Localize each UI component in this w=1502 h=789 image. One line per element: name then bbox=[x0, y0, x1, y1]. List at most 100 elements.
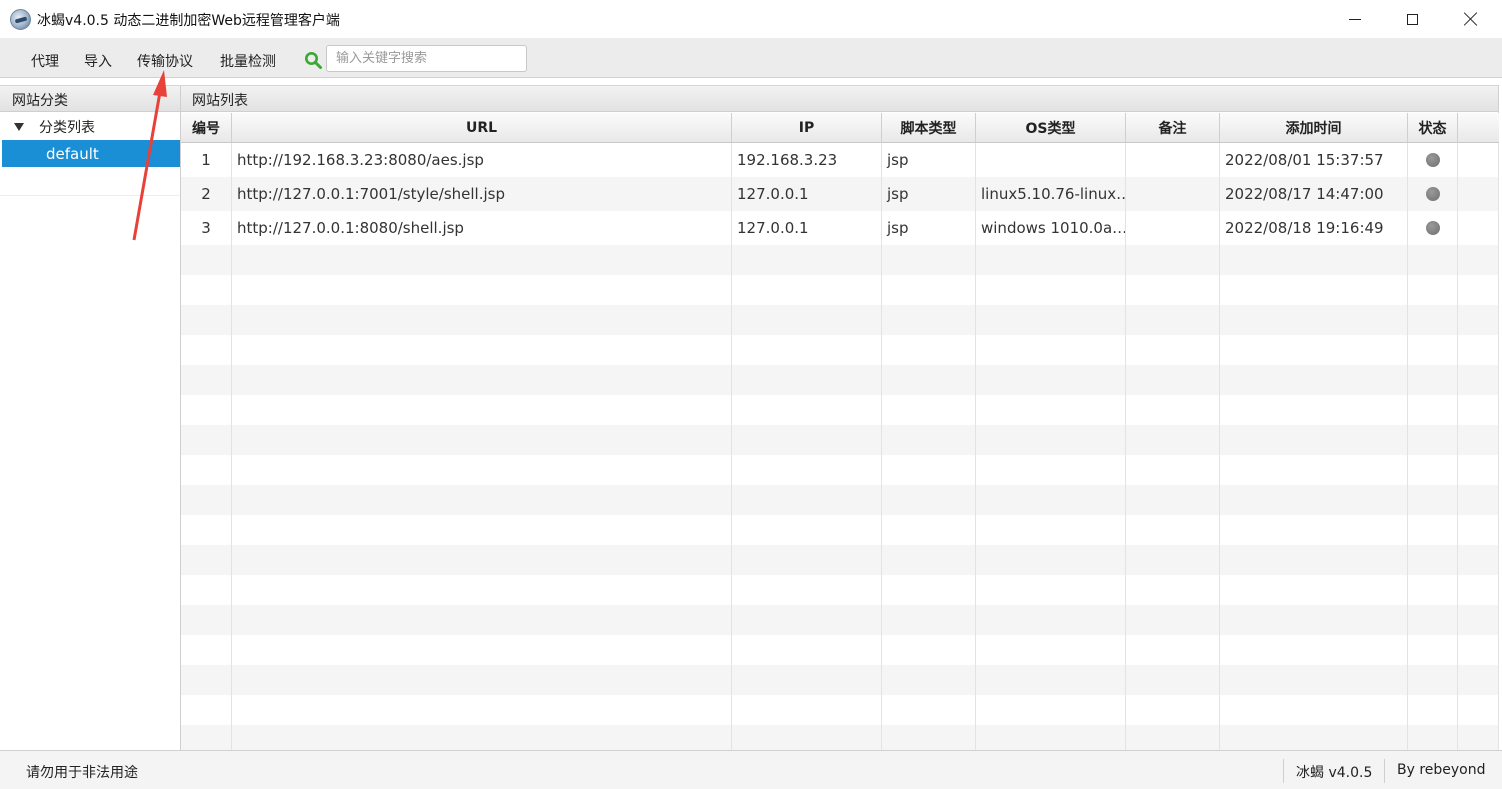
empty-cell bbox=[976, 635, 1126, 665]
column-header-added-time[interactable]: 添加时间 bbox=[1220, 113, 1408, 143]
empty-cell bbox=[181, 605, 232, 635]
empty-cell bbox=[232, 635, 732, 665]
table-body: 1 http://192.168.3.23:8080/aes.jsp 192.168… bbox=[181, 143, 1499, 751]
empty-cell bbox=[1408, 275, 1458, 305]
close-button[interactable] bbox=[1443, 0, 1499, 38]
search-icon[interactable] bbox=[304, 51, 322, 69]
empty-cell bbox=[732, 245, 882, 275]
column-header-id[interactable]: 编号 bbox=[181, 113, 232, 143]
empty-cell bbox=[1408, 425, 1458, 455]
empty-cell bbox=[1408, 485, 1458, 515]
empty-table-row bbox=[181, 545, 1499, 575]
empty-table-row bbox=[181, 245, 1499, 275]
menu-proxy[interactable]: 代理 bbox=[31, 51, 59, 71]
empty-cell bbox=[1220, 545, 1408, 575]
cell-note bbox=[1126, 177, 1220, 211]
empty-cell bbox=[1220, 425, 1408, 455]
close-icon bbox=[1464, 12, 1478, 26]
empty-cell bbox=[1458, 485, 1499, 515]
empty-cell bbox=[976, 695, 1126, 725]
empty-table-row bbox=[181, 695, 1499, 725]
empty-cell bbox=[232, 245, 732, 275]
search-input[interactable] bbox=[326, 45, 527, 72]
minimize-button[interactable] bbox=[1327, 0, 1383, 38]
empty-cell bbox=[1126, 275, 1220, 305]
column-header-script-type[interactable]: 脚本类型 bbox=[882, 113, 976, 143]
column-header-os-type[interactable]: OS类型 bbox=[976, 113, 1126, 143]
empty-cell bbox=[181, 485, 232, 515]
tree-item-label: default bbox=[46, 144, 99, 163]
empty-cell bbox=[232, 725, 732, 751]
empty-cell bbox=[976, 515, 1126, 545]
empty-cell bbox=[882, 575, 976, 605]
column-header-status[interactable]: 状态 bbox=[1408, 113, 1458, 143]
empty-cell bbox=[181, 575, 232, 605]
empty-cell bbox=[232, 665, 732, 695]
empty-cell bbox=[1220, 305, 1408, 335]
empty-cell bbox=[1220, 335, 1408, 365]
menu-batch-check[interactable]: 批量检测 bbox=[220, 51, 276, 71]
menu-import[interactable]: 导入 bbox=[84, 51, 112, 71]
tree-item-default[interactable]: default bbox=[2, 140, 180, 167]
empty-cell bbox=[732, 605, 882, 635]
tree-item-category-list[interactable]: 分类列表 bbox=[0, 113, 180, 140]
empty-cell bbox=[181, 545, 232, 575]
empty-cell bbox=[1408, 635, 1458, 665]
empty-cell bbox=[976, 365, 1126, 395]
tree-expand-arrow-icon[interactable] bbox=[14, 122, 24, 131]
column-header-url[interactable]: URL bbox=[232, 113, 732, 143]
table-row[interactable]: 1 http://192.168.3.23:8080/aes.jsp 192.168… bbox=[181, 143, 1499, 177]
column-header-ip[interactable]: IP bbox=[732, 113, 882, 143]
empty-cell bbox=[1126, 365, 1220, 395]
empty-cell bbox=[1458, 305, 1499, 335]
empty-cell bbox=[1220, 635, 1408, 665]
empty-cell bbox=[1408, 665, 1458, 695]
empty-cell bbox=[1126, 425, 1220, 455]
empty-table-row bbox=[181, 485, 1499, 515]
empty-cell bbox=[1458, 275, 1499, 305]
empty-cell bbox=[1220, 395, 1408, 425]
table-row[interactable]: 2 http://127.0.0.1:7001/style/shell.jsp 12… bbox=[181, 177, 1499, 211]
cell-ip: 192.168.3.23 bbox=[732, 143, 882, 177]
empty-cell bbox=[181, 635, 232, 665]
empty-cell bbox=[232, 425, 732, 455]
empty-cell bbox=[1126, 455, 1220, 485]
cell-filler bbox=[1458, 177, 1499, 211]
empty-cell bbox=[732, 665, 882, 695]
empty-cell bbox=[232, 695, 732, 725]
maximize-button[interactable] bbox=[1384, 0, 1440, 38]
empty-cell bbox=[882, 335, 976, 365]
empty-cell bbox=[732, 695, 882, 725]
empty-cell bbox=[232, 455, 732, 485]
status-divider bbox=[1283, 759, 1284, 783]
empty-cell bbox=[232, 395, 732, 425]
empty-cell bbox=[732, 425, 882, 455]
empty-cell bbox=[1220, 365, 1408, 395]
menu-bar: 代理 导入 传输协议 批量检测 bbox=[0, 38, 1502, 78]
column-header-note[interactable]: 备注 bbox=[1126, 113, 1220, 143]
cell-id: 3 bbox=[181, 211, 232, 245]
empty-cell bbox=[976, 455, 1126, 485]
empty-cell bbox=[1220, 605, 1408, 635]
empty-cell bbox=[232, 365, 732, 395]
empty-cell bbox=[232, 545, 732, 575]
table-row[interactable]: 3 http://127.0.0.1:8080/shell.jsp 127.0.0.… bbox=[181, 211, 1499, 245]
cell-status bbox=[1408, 211, 1458, 245]
empty-table-row bbox=[181, 335, 1499, 365]
cell-script-type: jsp bbox=[882, 211, 976, 245]
maximize-icon bbox=[1406, 13, 1418, 25]
empty-cell bbox=[1408, 605, 1458, 635]
empty-cell bbox=[1458, 455, 1499, 485]
empty-cell bbox=[976, 605, 1126, 635]
empty-cell bbox=[181, 515, 232, 545]
empty-cell bbox=[732, 725, 882, 751]
empty-cell bbox=[1458, 515, 1499, 545]
cell-status bbox=[1408, 177, 1458, 211]
empty-cell bbox=[732, 335, 882, 365]
empty-cell bbox=[882, 455, 976, 485]
empty-cell bbox=[882, 275, 976, 305]
empty-cell bbox=[181, 665, 232, 695]
empty-table-row bbox=[181, 365, 1499, 395]
menu-transport-protocol[interactable]: 传输协议 bbox=[137, 51, 193, 71]
empty-cell bbox=[1458, 635, 1499, 665]
